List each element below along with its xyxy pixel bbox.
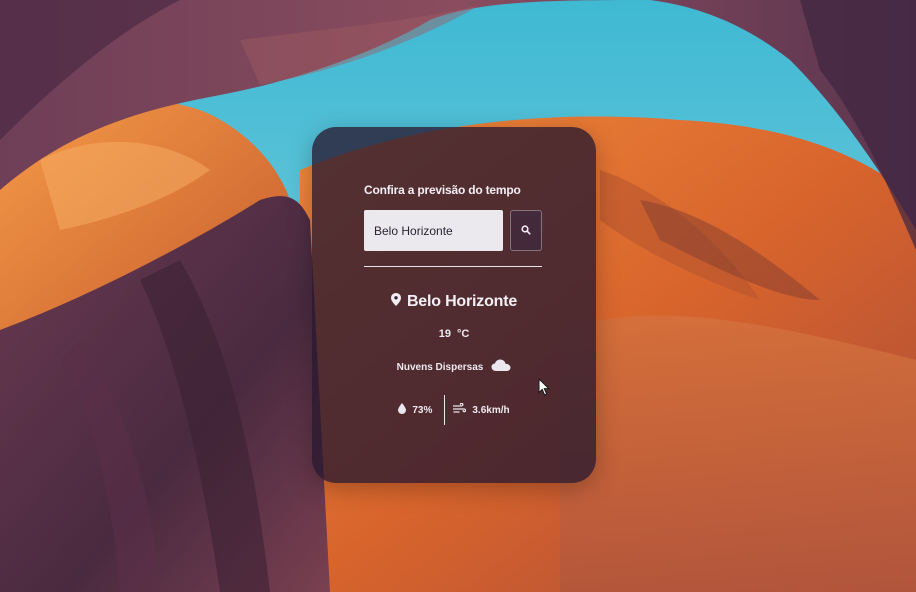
temperature-value: 19 xyxy=(438,328,451,340)
cloud-icon xyxy=(491,358,511,376)
details-separator xyxy=(444,395,446,425)
mouse-pointer-icon xyxy=(538,377,551,401)
humidity: 73% xyxy=(398,403,432,417)
wind-value: 3.6km/h xyxy=(472,404,510,416)
search-button[interactable] xyxy=(510,210,542,251)
droplet-icon xyxy=(398,403,407,417)
humidity-value: 73% xyxy=(412,404,433,416)
weather-card: Confira a previsão do tempo Belo Horizon… xyxy=(312,127,596,483)
map-pin-icon xyxy=(390,293,401,311)
city-search-input[interactable] xyxy=(364,210,503,251)
weather-description-row: Nuvens Dispersas xyxy=(312,358,596,376)
temperature: 19 °C xyxy=(312,328,596,340)
divider xyxy=(364,266,542,267)
weather-details: 73% 3.6km/h xyxy=(312,395,596,425)
weather-description: Nuvens Dispersas xyxy=(396,361,484,373)
temperature-unit: °C xyxy=(456,328,470,340)
city-name: Belo Horizonte xyxy=(406,293,518,310)
city-heading: Belo Horizonte xyxy=(312,293,596,311)
card-title: Confira a previsão do tempo xyxy=(364,183,521,197)
search-icon xyxy=(521,222,531,240)
wind-icon xyxy=(452,402,467,417)
wind: 3.6km/h xyxy=(452,402,510,417)
